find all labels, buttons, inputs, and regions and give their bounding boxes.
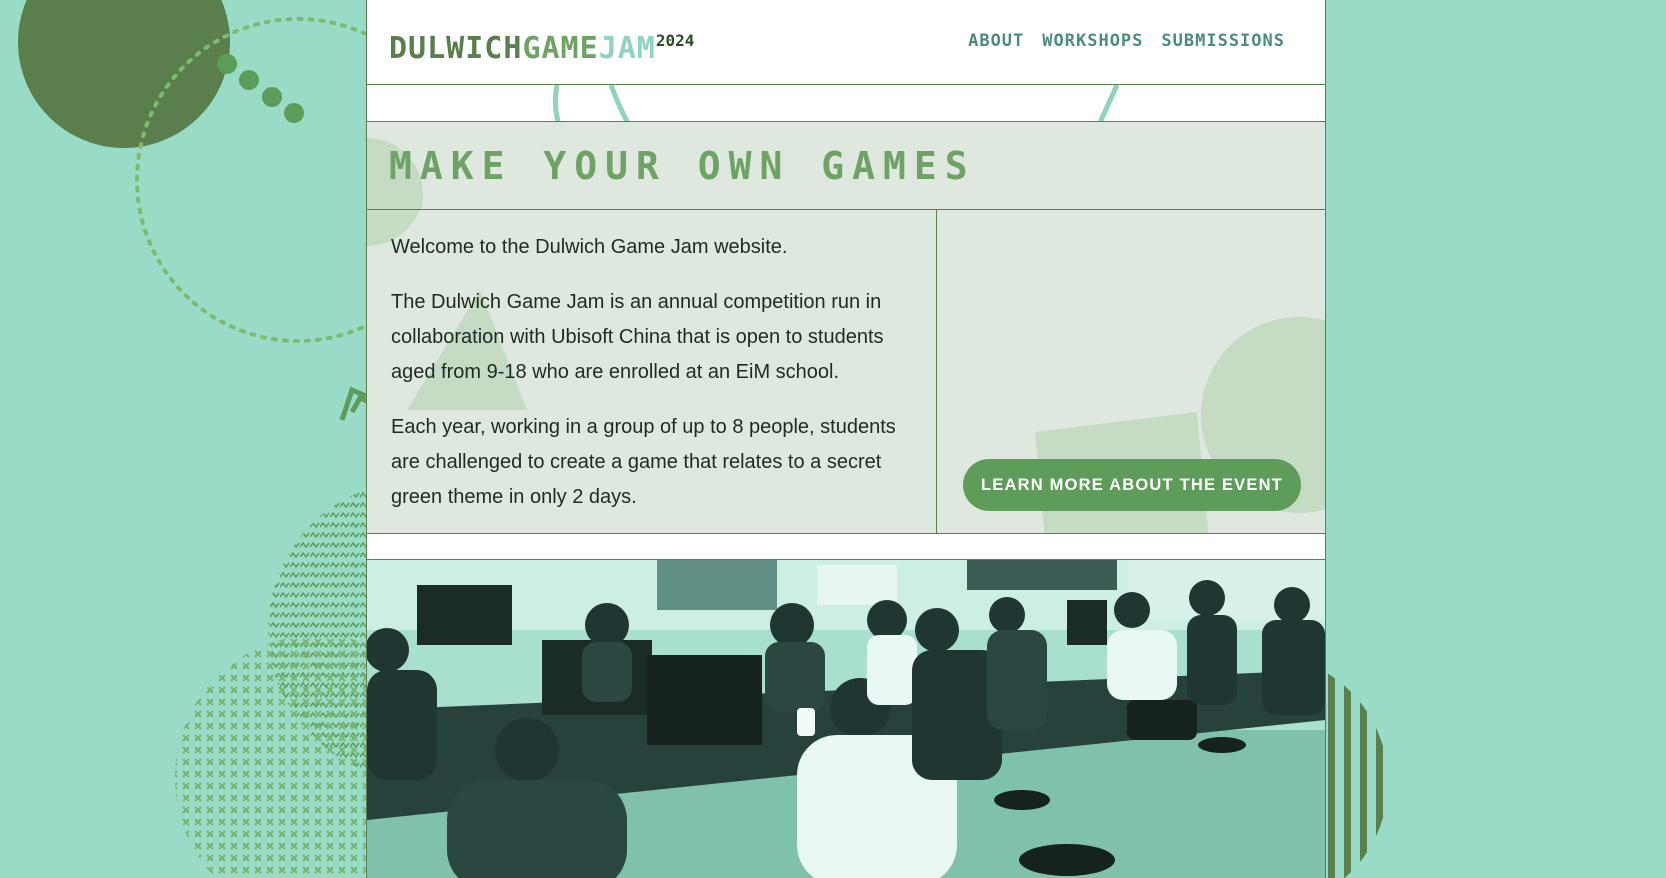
logo-word-dulwich: DULWICH <box>389 31 523 66</box>
deco-dot <box>217 54 237 74</box>
site-header: DULWICHGAMEJAM2024 ABOUT WORKSHOPS SUBMI… <box>367 0 1325 85</box>
intro-text: Welcome to the Dulwich Game Jam website.… <box>391 230 911 533</box>
intro-text-panel: Welcome to the Dulwich Game Jam website.… <box>367 210 937 533</box>
deco-dot <box>262 87 282 107</box>
hero-band: MAKE YOUR OWN GAMES <box>367 122 1325 210</box>
learn-more-button[interactable]: LEARN MORE ABOUT THE EVENT <box>963 459 1301 511</box>
classroom-photo-illustration <box>367 560 1325 878</box>
main-nav: ABOUT WORKSHOPS SUBMISSIONS <box>968 31 1285 51</box>
deco-circle-dark <box>18 0 230 148</box>
intro-paragraph: The Dulwich Game Jam is an annual compet… <box>391 291 884 383</box>
section-divider <box>367 534 1325 560</box>
deco-dot <box>284 103 304 123</box>
cta-panel: LEARN MORE ABOUT THE EVENT <box>937 210 1325 533</box>
nav-link-submissions[interactable]: SUBMISSIONS <box>1161 31 1285 51</box>
nav-link-workshops[interactable]: WORKSHOPS <box>1042 31 1143 51</box>
page-column: DULWICHGAMEJAM2024 ABOUT WORKSHOPS SUBMI… <box>366 0 1326 878</box>
hero-title: MAKE YOUR OWN GAMES <box>389 144 976 188</box>
logo-word-jam: JAM <box>598 31 656 66</box>
intro-section: Welcome to the Dulwich Game Jam website.… <box>367 210 1325 534</box>
logo-year: 2024 <box>655 31 695 50</box>
deco-dot <box>239 70 259 90</box>
arc-decoration <box>552 85 1120 121</box>
intro-paragraph: Each year, working in a group of up to 8… <box>391 416 896 508</box>
logo-word-game: GAME <box>522 31 599 66</box>
intro-paragraph: Welcome to the Dulwich Game Jam website. <box>391 236 788 258</box>
site-logo[interactable]: DULWICHGAMEJAM2024 <box>389 26 694 64</box>
arc-strip <box>367 85 1325 122</box>
nav-link-about[interactable]: ABOUT <box>968 31 1024 51</box>
event-photo <box>367 560 1325 878</box>
